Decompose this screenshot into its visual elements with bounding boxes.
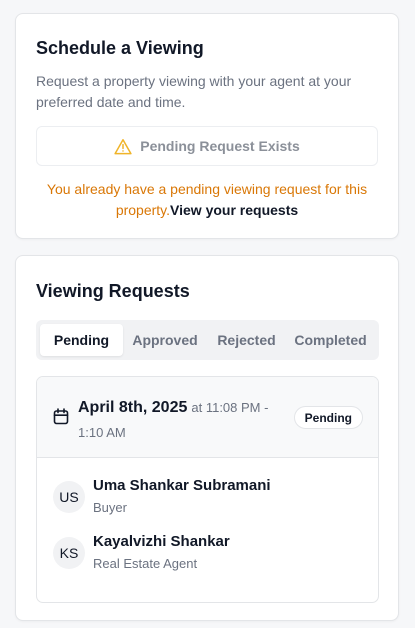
participant-buyer: US Uma Shankar Subramani Buyer bbox=[53, 477, 353, 517]
avatar: KS bbox=[53, 537, 85, 569]
request-datetime: April 8th, 2025 at 11:08 PM - 1:10 AM bbox=[78, 395, 288, 445]
schedule-title: Schedule a Viewing bbox=[36, 38, 204, 58]
tab-approved[interactable]: Approved bbox=[123, 324, 207, 356]
participant-name: Uma Shankar Subramani bbox=[93, 477, 271, 494]
request-date: April 8th, 2025 bbox=[78, 399, 188, 416]
status-tabs: Pending Approved Rejected Completed bbox=[36, 320, 379, 360]
participant-role: Real Estate Agent bbox=[93, 556, 198, 571]
viewing-requests-card: Viewing Requests Pending Approved Reject… bbox=[15, 255, 399, 621]
pending-request-label: Pending Request Exists bbox=[140, 138, 300, 154]
pending-warning-message: You already have a pending viewing reque… bbox=[36, 179, 378, 221]
view-requests-link[interactable]: View your requests bbox=[170, 202, 298, 218]
avatar: US bbox=[53, 481, 85, 513]
calendar-icon bbox=[53, 408, 69, 430]
tab-rejected[interactable]: Rejected bbox=[207, 324, 286, 356]
pending-request-button[interactable]: Pending Request Exists bbox=[36, 126, 378, 166]
schedule-viewing-card: Schedule a Viewing Request a property vi… bbox=[15, 13, 399, 239]
participant-role: Buyer bbox=[93, 500, 127, 515]
tab-pending[interactable]: Pending bbox=[40, 324, 123, 356]
requests-title: Viewing Requests bbox=[36, 281, 190, 301]
tab-completed[interactable]: Completed bbox=[286, 324, 375, 356]
participant-agent: KS Kayalvizhi Shankar Real Estate Agent bbox=[53, 533, 353, 573]
request-header: April 8th, 2025 at 11:08 PM - 1:10 AM Pen… bbox=[37, 377, 378, 458]
warning-triangle-icon bbox=[114, 138, 132, 155]
viewing-request-item: April 8th, 2025 at 11:08 PM - 1:10 AM Pen… bbox=[36, 376, 379, 603]
participant-name: Kayalvizhi Shankar bbox=[93, 533, 230, 550]
schedule-description: Request a property viewing with your age… bbox=[36, 73, 352, 110]
status-badge: Pending bbox=[293, 406, 363, 429]
